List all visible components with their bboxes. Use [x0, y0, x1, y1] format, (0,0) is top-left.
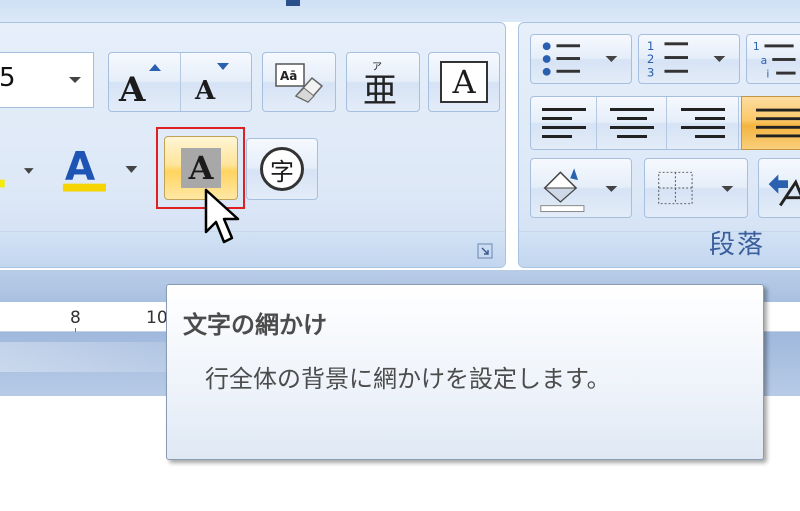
bullets-button[interactable] [530, 34, 632, 84]
svg-text:i: i [766, 67, 769, 80]
numbering-icon: 1 2 3 [647, 39, 726, 80]
ruler-number: 10 [146, 308, 168, 328]
phonetic-guide-label: 亜 [363, 71, 397, 106]
svg-text:1: 1 [753, 40, 760, 53]
tooltip: 文字の網かけ 行全体の背景に網かけを設定します。 [166, 284, 764, 460]
phonetic-guide-icon: ア 亜 [363, 62, 397, 106]
enclosed-character-button[interactable]: 字 [246, 138, 318, 200]
tooltip-title: 文字の網かけ [183, 311, 327, 339]
character-border-button[interactable]: A [428, 52, 500, 112]
alignment-button-group [530, 96, 800, 150]
paragraph-shading-icon [540, 168, 618, 213]
align-left-icon [541, 108, 586, 138]
clear-formatting-icon: Aā [275, 63, 324, 103]
grow-font-button[interactable]: A [109, 53, 181, 111]
shrink-font-button[interactable]: A [181, 53, 251, 111]
character-border-label: A [452, 63, 476, 101]
dialog-launcher-icon[interactable] [477, 243, 493, 259]
text-highlight-icon [0, 168, 34, 188]
numbering-button[interactable]: 1 2 3 [638, 34, 740, 84]
chevron-down-icon[interactable] [69, 77, 81, 83]
justify-button[interactable] [741, 96, 800, 150]
clear-formatting-button[interactable]: Aā [262, 52, 336, 112]
multilevel-list-icon: 1 a i [753, 40, 796, 80]
borders-button[interactable] [644, 158, 748, 218]
tooltip-description: 行全体の背景に網かけを設定します。 [205, 365, 611, 393]
active-tab-indicator [286, 0, 300, 6]
font-group-footer [0, 231, 505, 267]
text-direction-button[interactable] [758, 158, 800, 218]
svg-text:A: A [118, 70, 146, 110]
svg-text:3: 3 [647, 66, 654, 80]
align-center-icon [609, 108, 654, 138]
font-size-combobox[interactable]: 5 [0, 52, 94, 108]
enclosed-character-label: 字 [270, 157, 294, 186]
character-border-icon: A [440, 61, 488, 103]
font-color-label: A [65, 145, 96, 190]
shrink-font-icon: A [194, 63, 229, 106]
svg-text:A: A [194, 76, 216, 106]
font-color-button[interactable]: A [56, 136, 152, 200]
paragraph-group-footer: 段落 [519, 230, 800, 267]
font-color-icon: A [62, 145, 138, 192]
font-size-button-pair: A A [108, 52, 252, 112]
paragraph-group-label: 段落 [709, 230, 766, 260]
svg-text:Aā: Aā [280, 69, 297, 83]
align-right-button[interactable] [667, 97, 739, 149]
text-direction-icon [768, 174, 800, 207]
bullets-icon [542, 42, 618, 76]
svg-text:2: 2 [647, 52, 654, 66]
align-right-icon [680, 108, 725, 138]
mouse-pointer-icon [204, 188, 240, 244]
font-size-value: 5 [0, 63, 16, 93]
grow-font-icon: A [118, 64, 161, 110]
justify-icon [756, 108, 800, 138]
text-highlight-button[interactable] [0, 140, 52, 200]
multilevel-list-button[interactable]: 1 a i [746, 34, 800, 84]
svg-text:a: a [761, 54, 768, 67]
enclosed-character-icon: 字 [260, 147, 304, 191]
align-center-button[interactable] [597, 97, 667, 149]
align-left-button[interactable] [531, 97, 597, 149]
phonetic-guide-button[interactable]: ア 亜 [346, 52, 420, 112]
ruler-number: 8 [70, 308, 81, 328]
ribbon-tab-strip [0, 0, 800, 22]
paragraph-shading-button[interactable] [530, 158, 632, 218]
borders-icon [658, 171, 734, 205]
